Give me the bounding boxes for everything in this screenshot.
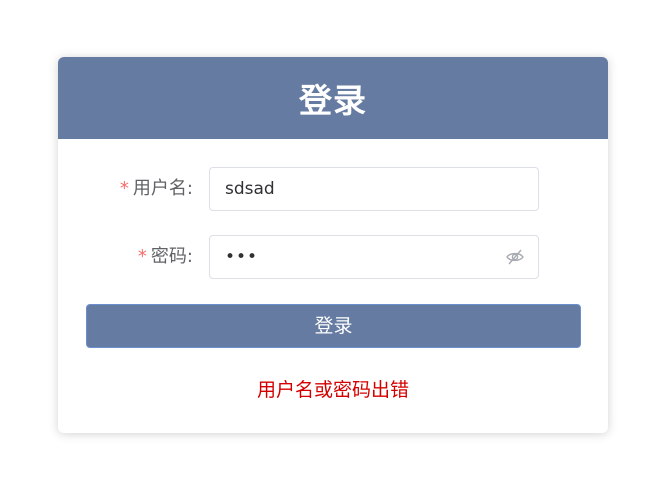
password-label: * 密码: [138,235,193,279]
username-input[interactable]: sdsad [209,167,539,211]
username-value: sdsad [225,179,275,199]
error-message: 用户名或密码出错 [256,379,409,401]
password-value: ••• [225,247,259,267]
password-input[interactable]: ••• [209,235,539,279]
username-row: * 用户名: sdsad [58,167,608,211]
eye-hidden-icon[interactable] [505,248,525,266]
required-mark: * [137,246,147,267]
login-card: 登录 * 用户名: sdsad * 密码: ••• 登录 用户名或密码出错 [58,57,608,433]
password-row: * 密码: ••• [58,235,608,279]
login-title: 登录 [299,81,367,120]
login-button[interactable]: 登录 [86,304,581,348]
required-mark: * [119,178,129,199]
login-header: 登录 [58,57,608,139]
username-label: * 用户名: [120,167,193,211]
password-label-text: 密码: [150,246,193,267]
username-label-text: 用户名: [132,178,193,199]
